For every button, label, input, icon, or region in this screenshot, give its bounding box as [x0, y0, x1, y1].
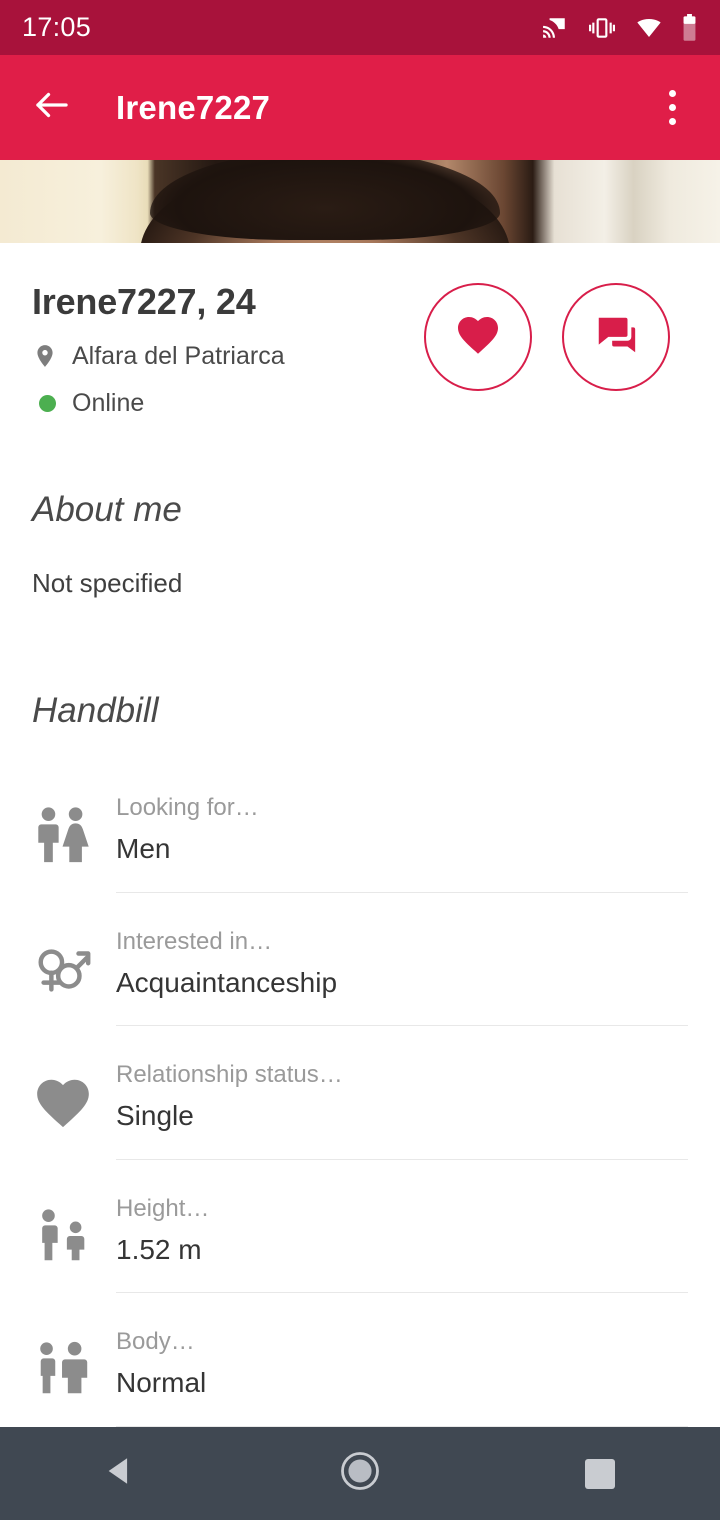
- body-people-icon: [32, 1327, 116, 1427]
- back-button[interactable]: [24, 80, 80, 136]
- online-status-row: Online: [32, 389, 285, 418]
- handbill-value: Acquaintanceship: [116, 966, 338, 998]
- nav-home-icon: [339, 1450, 381, 1497]
- app-bar-title: Irene7227: [116, 88, 271, 126]
- back-arrow-icon: [31, 84, 73, 131]
- heart-filled-icon: [32, 1060, 116, 1160]
- page-title: Irene7227, 24: [32, 281, 256, 322]
- wifi-icon: [634, 16, 664, 40]
- nav-back-button[interactable]: [60, 1427, 180, 1520]
- vibrate-icon: [587, 15, 617, 41]
- status-bar: 17:05: [0, 0, 720, 55]
- like-button[interactable]: [424, 283, 532, 391]
- height-people-icon: [32, 1194, 116, 1294]
- handbill-value: Single: [116, 1100, 194, 1132]
- handbill-label: Height…: [116, 1194, 210, 1222]
- about-me-text: Not specified: [32, 568, 183, 598]
- handbill-label: Body…: [116, 1328, 195, 1356]
- handbill-label: Interested in…: [116, 927, 273, 955]
- location-row: Alfara del Patriarca: [32, 340, 285, 372]
- divider: [116, 1025, 688, 1027]
- status-badge: [38, 395, 56, 412]
- gender-symbols-icon: [32, 927, 116, 1027]
- nav-home-button[interactable]: [300, 1427, 420, 1520]
- handbill-list: Looking for… Men Interested in… Acquaint…: [0, 793, 720, 1427]
- profile-photo[interactable]: [0, 160, 720, 243]
- handbill-row-looking-for[interactable]: Looking for… Men: [0, 793, 720, 893]
- about-me-heading: About me: [32, 490, 182, 529]
- handbill-row-body[interactable]: Body… Normal: [0, 1327, 720, 1427]
- handbill-row-height[interactable]: Height… 1.52 m: [0, 1194, 720, 1294]
- handbill-value: 1.52 m: [116, 1233, 202, 1265]
- forum-icon: [593, 312, 639, 363]
- nav-recents-icon: [585, 1458, 615, 1489]
- handbill-label: Relationship status…: [116, 1061, 343, 1089]
- profile-location: Alfara del Patriarca: [72, 341, 285, 370]
- divider: [116, 1158, 688, 1160]
- app-bar: Irene7227: [0, 55, 720, 160]
- profile-actions: [424, 279, 688, 391]
- location-pin-icon: [32, 340, 58, 372]
- handbill-value: Normal: [116, 1367, 207, 1399]
- phone-screen: 17:05 Irene7227 Irene7227, 24 Alfara del…: [0, 0, 720, 1520]
- status-time: 17:05: [22, 12, 92, 42]
- handbill-label: Looking for…: [116, 794, 259, 821]
- more-vertical-icon[interactable]: [648, 80, 696, 136]
- battery-icon: [681, 14, 698, 41]
- divider: [116, 891, 688, 893]
- handbill-row-relationship-status[interactable]: Relationship status… Single: [0, 1060, 720, 1160]
- man-woman-icon: [32, 793, 116, 893]
- profile-identity: Irene7227, 24 Alfara del Patriarca Onlin…: [0, 243, 720, 418]
- cast-icon: [540, 15, 570, 41]
- nav-recents-button[interactable]: [540, 1427, 660, 1520]
- status-icon-group: [540, 14, 698, 41]
- online-dot-wrap: [32, 395, 58, 412]
- heart-icon: [454, 311, 502, 364]
- chat-button[interactable]: [562, 283, 670, 391]
- handbill-heading: Handbill: [32, 691, 159, 730]
- handbill-value: Men: [116, 833, 171, 864]
- android-nav-bar: [0, 1427, 720, 1520]
- handbill-row-interested-in[interactable]: Interested in… Acquaintanceship: [0, 927, 720, 1027]
- online-status-label: Online: [72, 389, 145, 417]
- divider: [116, 1292, 688, 1294]
- nav-back-icon: [103, 1454, 137, 1493]
